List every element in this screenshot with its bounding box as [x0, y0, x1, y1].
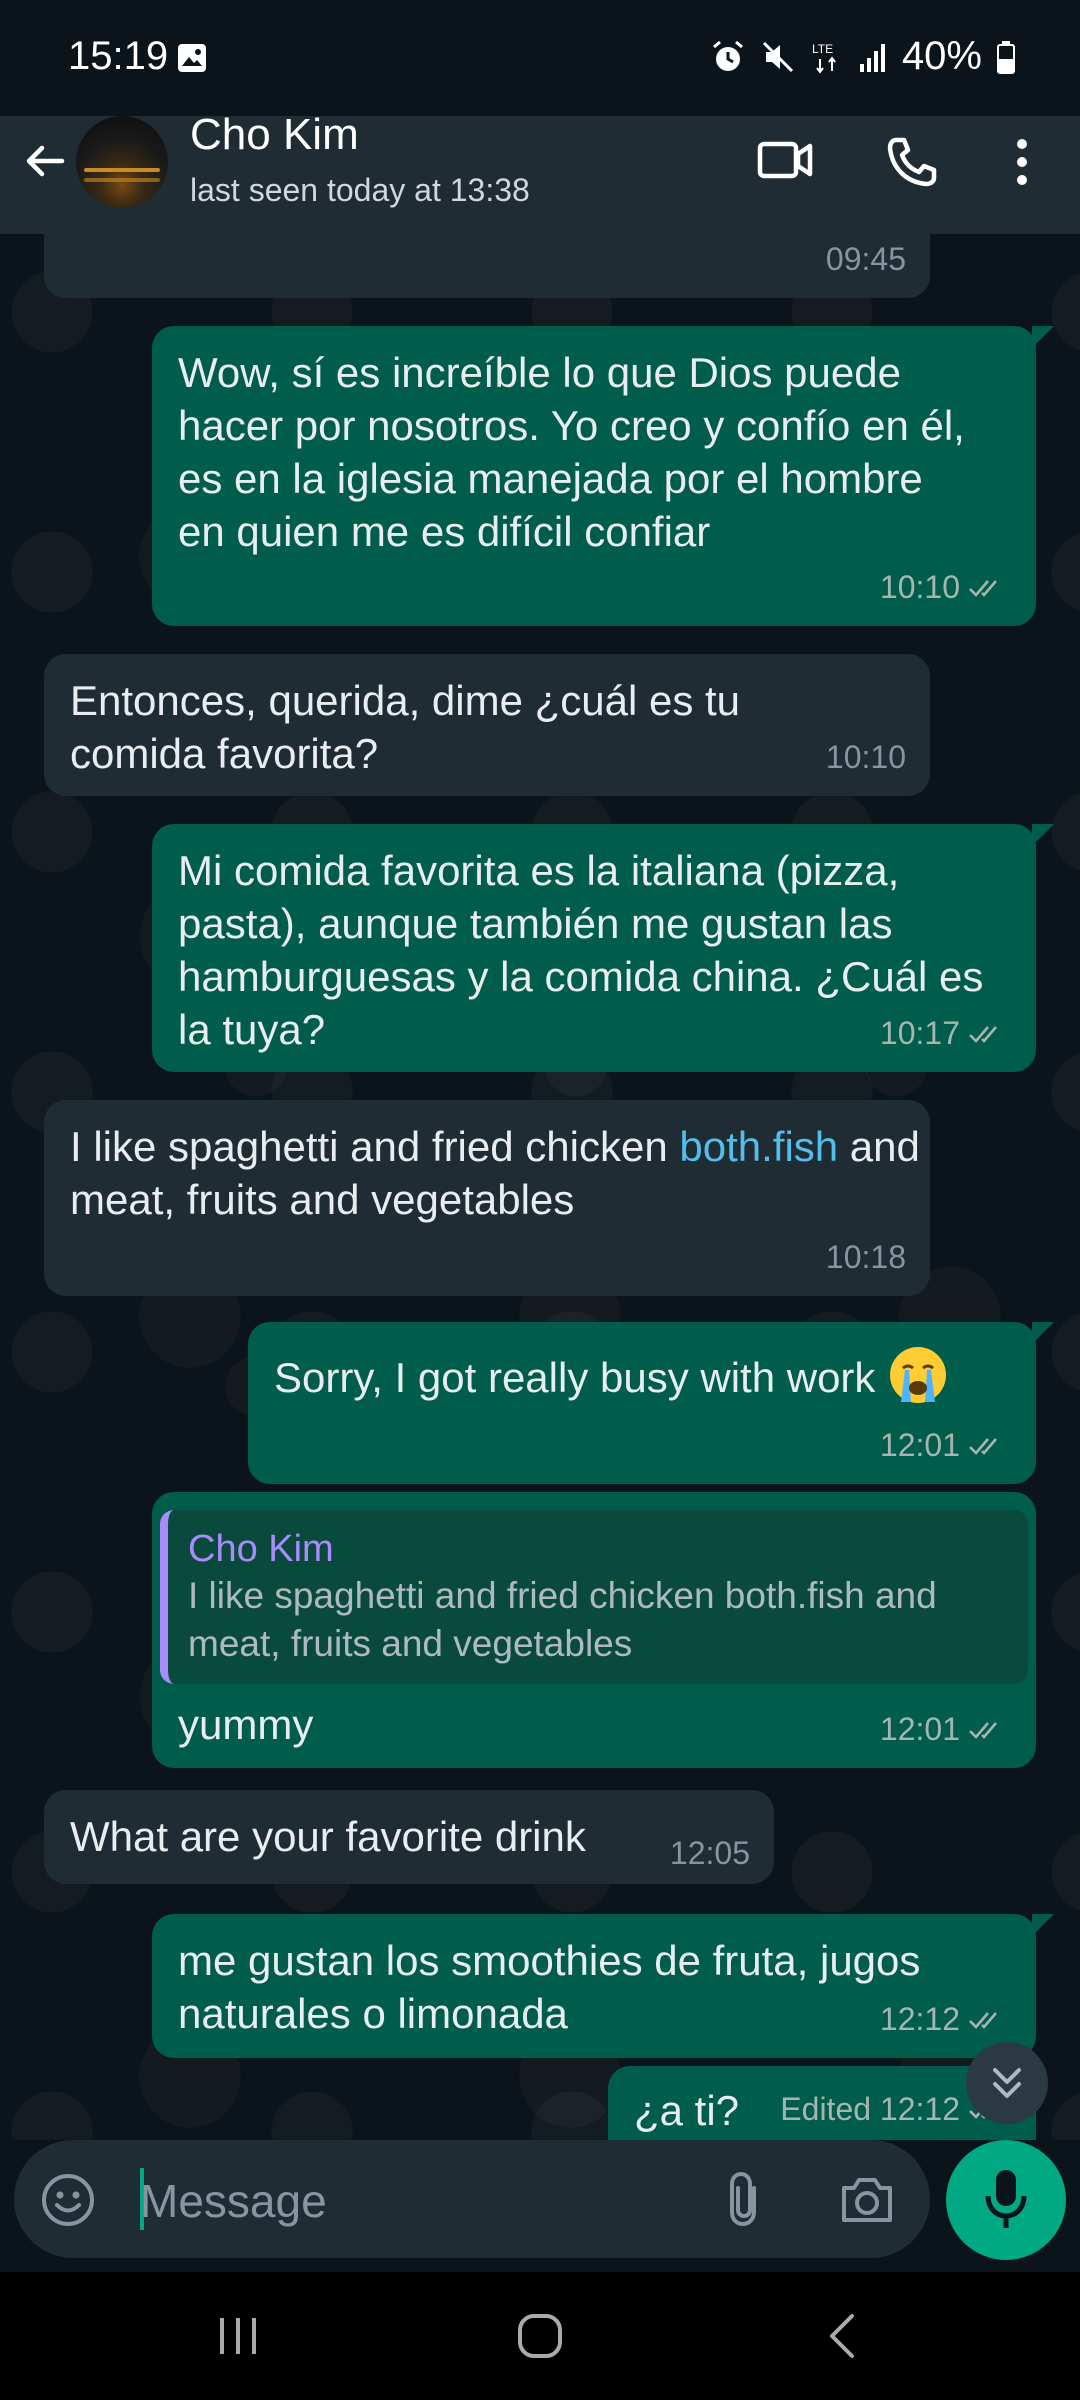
message-time: 12:01: [879, 1711, 960, 1747]
camera-icon[interactable]: [838, 2172, 896, 2226]
message-outgoing-reply[interactable]: Cho Kim I like spaghetti and fried chick…: [152, 1492, 1036, 1768]
battery-icon: [997, 40, 1015, 74]
message-meta: 12:12: [880, 1993, 1012, 2046]
signal-icon: [859, 43, 885, 72]
message-meta: 12:01: [880, 1703, 1012, 1756]
battery-percent: 40%: [901, 34, 982, 78]
message-list[interactable]: 09:45 Wow, sí es increíble lo que Dios p…: [0, 234, 1080, 2140]
message-time: 12:05: [669, 1835, 750, 1871]
message-incoming[interactable]: 09:45: [44, 234, 930, 298]
contact-name[interactable]: Cho Kim: [190, 110, 359, 160]
message-time: 10:17: [879, 1015, 960, 1051]
gallery-icon: [178, 44, 206, 72]
phone-icon[interactable]: [884, 134, 940, 190]
message-outgoing[interactable]: Mi comida favorita es la italiana (pizza…: [152, 824, 1054, 1072]
composer: Message: [0, 2140, 1080, 2272]
lte-icon: LTE: [812, 42, 836, 74]
message-input-container: Message: [14, 2140, 930, 2258]
recent-apps-icon[interactable]: [216, 2314, 260, 2358]
scroll-to-bottom-button[interactable]: [966, 2042, 1048, 2124]
voice-record-button[interactable]: [946, 2140, 1066, 2260]
quoted-text: I like spaghetti and fried chicken both.…: [188, 1575, 937, 1664]
back-arrow-icon[interactable]: [20, 136, 70, 186]
message-outgoing[interactable]: Sorry, I got really busy with work 12:01: [248, 1322, 1054, 1484]
message-outgoing[interactable]: Wow, sí es increíble lo que Dios puede h…: [152, 326, 1054, 626]
emoji-icon[interactable]: [40, 2172, 96, 2228]
message-meta: 10:17: [880, 1007, 1012, 1060]
read-ticks-icon: [969, 2011, 997, 2029]
message-outgoing[interactable]: me gustan los smoothies de fruta, jugos …: [152, 1914, 1054, 2058]
crying-face-emoji: [890, 1347, 947, 1403]
message-meta: 09:45: [826, 234, 906, 286]
message-text-part: I like spaghetti and fried chicken: [70, 1123, 680, 1170]
quoted-message[interactable]: Cho Kim I like spaghetti and fried chick…: [160, 1510, 1028, 1684]
message-meta: 10:10: [880, 561, 1012, 614]
more-vert-icon[interactable]: [1010, 134, 1034, 190]
read-ticks-icon: [969, 1025, 997, 1043]
alarm-icon: [712, 40, 743, 71]
read-ticks-icon: [969, 579, 997, 597]
message-incoming[interactable]: What are your favorite drink 12:05: [44, 1790, 774, 1884]
attach-icon[interactable]: [724, 2170, 764, 2228]
message-meta: 10:10: [826, 731, 906, 784]
last-seen[interactable]: last seen today at 13:38: [190, 172, 530, 209]
message-text: me gustan los smoothies de fruta, jugos …: [178, 1937, 921, 2037]
svg-text:LTE: LTE: [812, 42, 833, 56]
message-time: 10:10: [825, 739, 906, 775]
home-icon[interactable]: [516, 2312, 564, 2360]
video-call-icon[interactable]: [756, 134, 816, 186]
avatar[interactable]: [76, 116, 168, 208]
read-ticks-icon: [969, 1721, 997, 1739]
message-time: 12:01: [879, 1427, 960, 1463]
chat-header: Cho Kim last seen today at 13:38: [0, 110, 1080, 234]
message-text: Sorry, I got really busy with work: [274, 1344, 1010, 1406]
read-ticks-icon: [969, 1437, 997, 1455]
message-incoming[interactable]: Entonces, querida, dime ¿cuál es tu comi…: [44, 654, 930, 796]
mic-icon: [985, 2170, 1027, 2228]
message-link[interactable]: both.fish: [679, 1123, 838, 1170]
message-text: I like spaghetti and fried chicken both.…: [70, 1120, 930, 1226]
mute-icon: [762, 41, 793, 72]
message-time: 10:18: [825, 1239, 906, 1275]
message-time: Edited 12:12: [780, 2091, 960, 2127]
message-text-part: Sorry, I got really busy with work: [274, 1354, 876, 1401]
message-text: Wow, sí es increíble lo que Dios puede h…: [178, 349, 965, 555]
message-text: What are your favorite drink: [70, 1813, 586, 1860]
message-incoming[interactable]: I like spaghetti and fried chicken both.…: [44, 1100, 930, 1296]
message-time: 12:12: [879, 2001, 960, 2037]
quoted-sender: Cho Kim: [188, 1528, 334, 1570]
status-time: 15:19: [68, 34, 169, 78]
system-nav-bar: [0, 2272, 1080, 2400]
message-text: Entonces, querida, dime ¿cuál es tu comi…: [70, 677, 741, 777]
message-meta: 10:18: [826, 1231, 906, 1284]
message-meta: 12:05: [670, 1827, 750, 1880]
message-time: 10:10: [879, 569, 960, 605]
double-chevron-down-icon: [993, 2068, 1021, 2098]
message-meta: 12:01: [880, 1419, 1012, 1472]
status-icons: LTE 40%: [710, 34, 1016, 79]
message-input[interactable]: Message: [140, 2174, 327, 2228]
status-bar: 15:19 LTE 40%: [0, 0, 1080, 116]
message-time: 09:45: [825, 241, 906, 277]
message-text: Mi comida favorita es la italiana (pizza…: [178, 847, 984, 1053]
back-nav-icon[interactable]: [824, 2312, 858, 2360]
